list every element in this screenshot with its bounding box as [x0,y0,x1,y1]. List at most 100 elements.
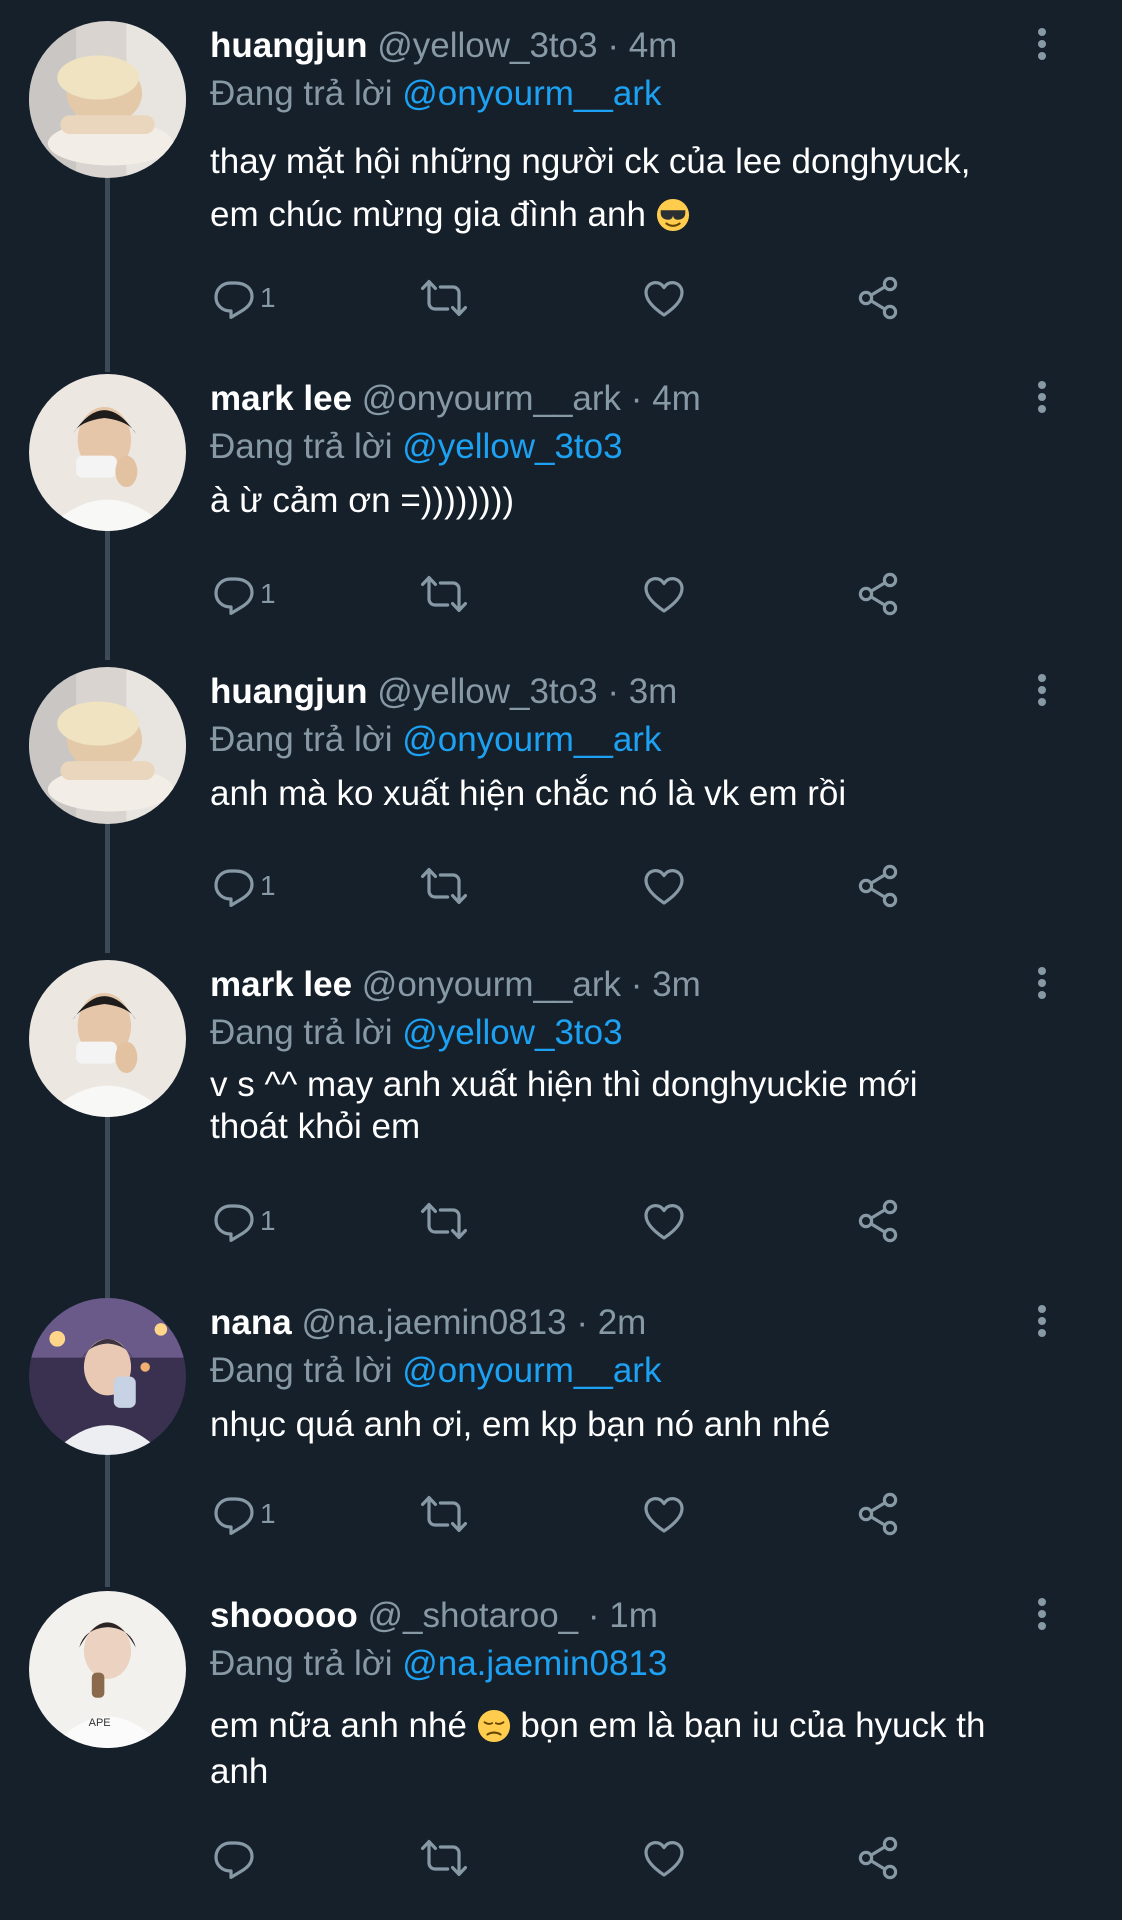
display-name[interactable]: huangjun [210,672,367,711]
tweet-text-line: à ừ cảm ơn =)))))))) [210,481,515,520]
reply-prefix: Đang trả lời [210,720,393,759]
reply-button[interactable]: 1 [210,861,276,911]
avatar-image: APE [29,1591,186,1748]
reply-count: 1 [260,870,276,901]
tweet[interactable]: mark lee @onyourm__ark · 4m Đang trả lời… [0,374,1122,634]
like-button[interactable] [640,569,688,619]
avatar[interactable] [29,21,186,178]
avatar[interactable]: APE [29,1591,186,1748]
mention-link[interactable]: @onyourm__ark [402,1351,661,1390]
mention-link[interactable]: @na.jaemin0813 [402,1644,667,1683]
share-icon [858,276,898,320]
like-icon [644,1204,684,1240]
reply-thread: huangjun @yellow_3to3 · 4m Đang trả lời … [0,0,1122,1920]
mention-link[interactable]: @yellow_3to3 [402,427,622,466]
timestamp[interactable]: 4m [652,379,701,418]
more-options-icon[interactable] [1032,378,1052,420]
reply-count: 1 [260,578,276,609]
tweet[interactable]: huangjun @yellow_3to3 · 4m Đang trả lời … [0,21,1122,341]
tweet-actions: 1 [210,861,930,911]
timestamp[interactable]: 3m [629,672,678,711]
avatar[interactable] [29,1298,186,1455]
replying-to: Đang trả lời @yellow_3to3 [210,1012,623,1054]
tweet-text: anh mà ko xuất hiện chắc nó là vk em rồi [210,771,1070,817]
share-button[interactable] [854,273,902,323]
user-handle[interactable]: @yellow_3to3 [377,672,597,711]
reply-icon [214,869,254,907]
timestamp[interactable]: 1m [609,1596,658,1635]
share-icon [858,1836,898,1880]
retweet-button[interactable] [420,1833,468,1883]
share-button[interactable] [854,1196,902,1246]
mention-link[interactable]: @onyourm__ark [402,74,661,113]
avatar[interactable] [29,960,186,1117]
more-options-icon[interactable] [1032,25,1052,67]
reply-prefix: Đang trả lời [210,1644,393,1683]
mention-link[interactable]: @onyourm__ark [402,720,661,759]
like-button[interactable] [640,273,688,323]
reply-button[interactable]: 1 [210,273,276,323]
reply-icon [214,1497,254,1535]
reply-prefix: Đang trả lời [210,427,393,466]
reply-icon [214,1841,254,1879]
share-button[interactable] [854,1489,902,1539]
tweet-header: mark lee @onyourm__ark · 3m [210,964,701,1006]
user-handle[interactable]: @yellow_3to3 [377,26,597,65]
like-button[interactable] [640,1833,688,1883]
tweet-text-segment: bọn em là bạn iu của hyuck th [520,1706,986,1745]
tweet-text-line: em chúc mừng gia đình anh [210,188,1070,241]
user-handle[interactable]: @onyourm__ark [362,965,621,1004]
timestamp[interactable]: 4m [629,26,678,65]
mention-link[interactable]: @yellow_3to3 [402,1013,622,1052]
tweet-text-line: v s ^^ may anh xuất hiện thì donghyuckie… [210,1065,918,1104]
tweet[interactable]: APE shooooo @_shotaroo_ · 1m Đang trả lờ… [0,1591,1122,1911]
tweet[interactable]: mark lee @onyourm__ark · 3m Đang trả lời… [0,960,1122,1260]
retweet-button[interactable] [420,861,468,911]
separator: · [607,26,619,65]
svg-text:APE: APE [89,1717,111,1729]
retweet-button[interactable] [420,1489,468,1539]
avatar[interactable] [29,374,186,531]
timestamp[interactable]: 2m [598,1303,647,1342]
reply-button[interactable]: 1 [210,1489,276,1539]
more-options-icon[interactable] [1032,671,1052,713]
display-name[interactable]: huangjun [210,26,367,65]
retweet-icon [421,1840,467,1876]
share-button[interactable] [854,569,902,619]
share-button[interactable] [854,1833,902,1883]
display-name[interactable]: nana [210,1303,292,1342]
reply-button[interactable]: 1 [210,569,276,619]
tweet-header: huangjun @yellow_3to3 · 4m [210,25,677,67]
display-name[interactable]: mark lee [210,965,352,1004]
timestamp[interactable]: 3m [652,965,701,1004]
tweet[interactable]: nana @na.jaemin0813 · 2m Đang trả lời @o… [0,1298,1122,1558]
display-name[interactable]: mark lee [210,379,352,418]
like-icon [644,577,684,613]
tweet[interactable]: huangjun @yellow_3to3 · 3m Đang trả lời … [0,667,1122,927]
reply-button[interactable] [210,1833,260,1883]
tweet-text: thay mặt hội những người ck của lee dong… [210,135,1070,241]
retweet-button[interactable] [420,569,468,619]
avatar[interactable] [29,667,186,824]
user-handle[interactable]: @na.jaemin0813 [301,1303,566,1342]
replying-to: Đang trả lời @onyourm__ark [210,73,661,115]
retweet-button[interactable] [420,1196,468,1246]
avatar-image [29,21,186,178]
tweet-text-line: anh mà ko xuất hiện chắc nó là vk em rồi [210,774,847,813]
tweet-text-line: thay mặt hội những người ck của lee dong… [210,142,971,181]
more-options-icon[interactable] [1032,1595,1052,1637]
like-button[interactable] [640,1196,688,1246]
like-button[interactable] [640,861,688,911]
avatar-image [29,960,186,1117]
share-button[interactable] [854,861,902,911]
retweet-button[interactable] [420,273,468,323]
share-icon [858,1199,898,1243]
reply-button[interactable]: 1 [210,1196,276,1246]
like-button[interactable] [640,1489,688,1539]
tweet-text-segment: em chúc mừng gia đình anh [210,195,646,234]
more-options-icon[interactable] [1032,964,1052,1006]
more-options-icon[interactable] [1032,1302,1052,1344]
display-name[interactable]: shooooo [210,1596,358,1635]
user-handle[interactable]: @_shotaroo_ [367,1596,578,1635]
user-handle[interactable]: @onyourm__ark [362,379,621,418]
